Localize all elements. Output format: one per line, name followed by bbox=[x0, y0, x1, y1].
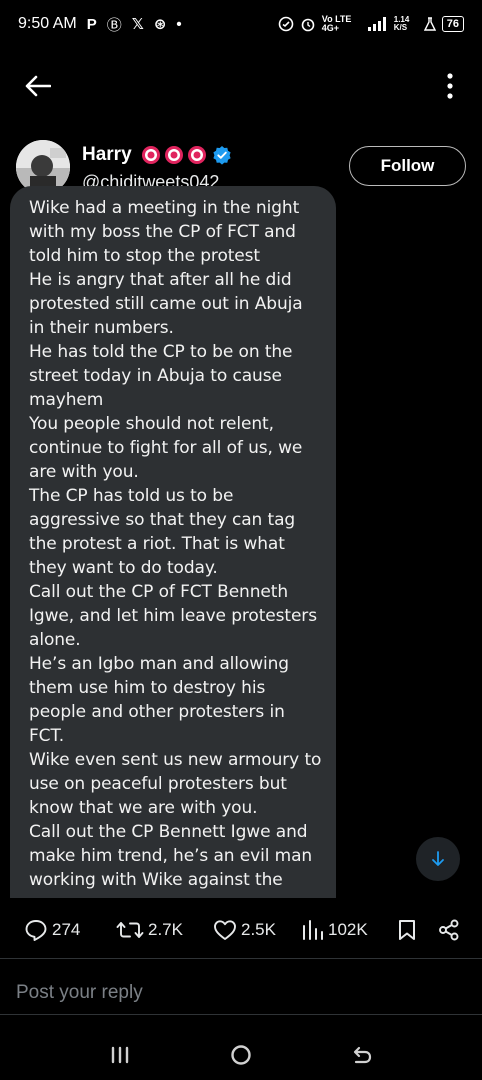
author-name[interactable]: Harry bbox=[82, 144, 132, 166]
back-arrow-icon bbox=[25, 75, 51, 97]
like-action[interactable]: 2.5K bbox=[213, 912, 276, 948]
system-nav-bar bbox=[0, 1030, 482, 1080]
reply-icon bbox=[25, 920, 47, 941]
flask-icon bbox=[423, 17, 436, 31]
status-right: Vo LTE 4G+ 1.14 K/S 76 bbox=[278, 15, 464, 33]
post-text: Wike had a meeting in the night with my … bbox=[29, 198, 322, 890]
repost-count: 2.7K bbox=[148, 920, 183, 939]
author-name-row: Harry bbox=[82, 144, 232, 166]
views-count: 102K bbox=[328, 920, 368, 939]
repost-icon bbox=[116, 922, 144, 938]
app-notification-icon-p: P bbox=[86, 15, 97, 33]
top-nav bbox=[0, 62, 482, 110]
follow-button[interactable]: Follow bbox=[349, 146, 466, 186]
post-image[interactable]: Wike had a meeting in the night with my … bbox=[10, 186, 336, 898]
back-nav-icon bbox=[353, 1046, 372, 1064]
alarm-icon bbox=[301, 18, 315, 32]
battery-icon: 76 bbox=[441, 16, 464, 32]
repost-action[interactable]: 2.7K bbox=[116, 912, 183, 948]
like-count: 2.5K bbox=[241, 920, 276, 939]
verified-badge-icon bbox=[213, 146, 231, 165]
network-type-label: Vo LTE 4G+ bbox=[321, 14, 352, 33]
heart-icon bbox=[214, 920, 236, 940]
arrow-down-icon bbox=[432, 851, 444, 866]
status-time: 9:50 AM bbox=[18, 15, 77, 32]
reply-count: 274 bbox=[52, 920, 81, 939]
network-speed-label: 1.14 K/S bbox=[393, 15, 410, 32]
app-notification-icon-b: Ⓑ bbox=[106, 16, 122, 34]
share-action[interactable] bbox=[438, 912, 460, 948]
target-emoji-icon bbox=[164, 146, 183, 164]
more-options-button[interactable] bbox=[440, 70, 460, 102]
home-circle-icon bbox=[231, 1045, 251, 1065]
more-notifications-dot-icon: • bbox=[176, 15, 182, 33]
share-icon bbox=[439, 919, 459, 941]
back-button[interactable] bbox=[22, 70, 54, 102]
recent-apps-icon bbox=[111, 1046, 129, 1064]
do-not-disturb-icon bbox=[278, 16, 294, 32]
signal-icon bbox=[367, 17, 386, 31]
reply-input[interactable] bbox=[16, 972, 466, 1014]
recent-apps-button[interactable] bbox=[100, 1040, 140, 1070]
status-bar: 9:50 AM P Ⓑ 𝕏 ⊛ • Vo LTE 4G+ 1.14 K/S 76 bbox=[0, 0, 482, 48]
views-action[interactable]: 102K bbox=[302, 912, 368, 948]
vertical-ellipsis-icon bbox=[447, 73, 453, 99]
scroll-down-button[interactable] bbox=[416, 837, 460, 881]
home-button[interactable] bbox=[221, 1040, 261, 1070]
reply-action[interactable]: 274 bbox=[24, 912, 80, 948]
post-actions: 274 2.7K 2.5K 102K bbox=[0, 912, 482, 948]
divider bbox=[0, 1014, 482, 1015]
back-nav-button[interactable] bbox=[342, 1040, 382, 1070]
divider bbox=[0, 958, 482, 959]
x-app-icon: 𝕏 bbox=[131, 16, 144, 33]
target-emoji-icon bbox=[141, 146, 160, 164]
status-left: 9:50 AM P Ⓑ 𝕏 ⊛ • bbox=[18, 14, 182, 35]
target-emoji-icon bbox=[187, 146, 206, 164]
chrome-icon: ⊛ bbox=[153, 16, 167, 33]
bookmark-action[interactable] bbox=[397, 912, 417, 948]
views-chart-icon bbox=[303, 920, 323, 940]
bookmark-icon bbox=[399, 920, 415, 940]
